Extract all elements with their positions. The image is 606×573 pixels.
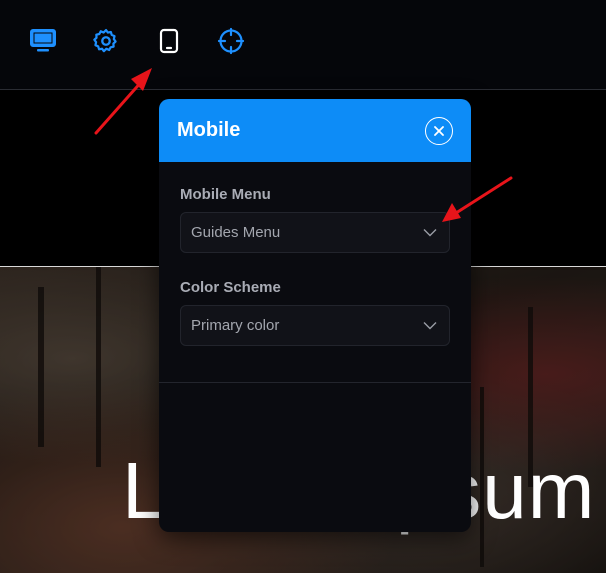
panel-header: Mobile bbox=[159, 99, 471, 162]
mobile-settings-panel: Mobile Mobile Menu Guides Menu Color Sch… bbox=[159, 99, 471, 532]
gear-icon[interactable] bbox=[91, 26, 121, 56]
tablet-icon[interactable] bbox=[154, 26, 184, 56]
panel-title: Mobile bbox=[177, 119, 241, 141]
mobile-menu-value: Guides Menu bbox=[191, 224, 281, 241]
mobile-menu-label: Mobile Menu bbox=[180, 186, 271, 203]
close-icon bbox=[434, 126, 444, 136]
color-scheme-label: Color Scheme bbox=[180, 279, 281, 296]
chevron-down-icon bbox=[423, 322, 437, 330]
close-button[interactable] bbox=[425, 117, 453, 145]
desktop-icon[interactable] bbox=[28, 26, 58, 56]
color-scheme-value: Primary color bbox=[191, 317, 280, 334]
color-scheme-select[interactable]: Primary color bbox=[180, 305, 450, 346]
crosshair-icon[interactable] bbox=[216, 26, 246, 56]
chevron-down-icon bbox=[423, 229, 437, 237]
toolbar-divider bbox=[0, 89, 606, 90]
panel-divider bbox=[159, 382, 471, 383]
mobile-menu-select[interactable]: Guides Menu bbox=[180, 212, 450, 253]
device-toolbar bbox=[0, 0, 606, 90]
